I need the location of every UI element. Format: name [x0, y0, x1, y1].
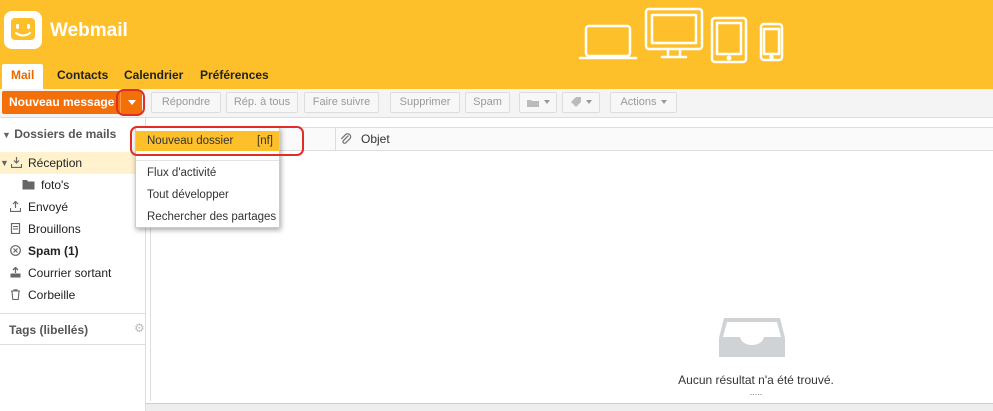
tab-calendrier[interactable]: Calendrier: [124, 64, 183, 89]
sidebar-divider: [0, 313, 146, 314]
loading-dots: .....: [749, 387, 763, 397]
new-message-dropdown-menu: Nouveau dossier [nf] Flux d'activité Tou…: [135, 127, 280, 228]
folder-move-icon: [527, 99, 539, 107]
sidebar-item-reception[interactable]: ▼ Réception: [0, 152, 146, 174]
sent-icon: [10, 201, 21, 212]
sidebar-item-courrier-sortant[interactable]: Courrier sortant: [0, 262, 146, 284]
drafts-icon: [10, 223, 21, 234]
actions-label: Actions: [620, 96, 657, 108]
sidebar-item-label: Réception: [28, 156, 83, 170]
collapse-triangle-icon: ▼: [2, 130, 11, 140]
devices-illustration-icon: [578, 7, 784, 64]
menu-item-expand-all[interactable]: Tout développer: [136, 185, 279, 205]
forward-button[interactable]: Faire suivre: [304, 92, 379, 113]
mail-toolbar: Nouveau message Répondre Rép. à tous Fai…: [0, 89, 993, 118]
sidebar-divider: [0, 344, 146, 345]
mail-folders-header[interactable]: ▼ Dossiers de mails: [2, 127, 116, 141]
expand-triangle-icon: ▼: [0, 158, 9, 168]
reply-all-button[interactable]: Rép. à tous: [226, 92, 298, 113]
menu-item-search-shares[interactable]: Rechercher des partages: [136, 207, 279, 227]
sidebar: ▼ Dossiers de mails ▼ Réception foto's E…: [0, 118, 146, 411]
tab-mail[interactable]: Mail: [2, 64, 44, 89]
delete-button[interactable]: Supprimer: [390, 92, 460, 113]
sidebar-item-envoye[interactable]: Envoyé: [0, 196, 146, 218]
smiley-logo-icon: [11, 18, 35, 40]
inbox-icon: [11, 157, 22, 168]
brand-title: Webmail: [50, 20, 128, 41]
subject-column-header[interactable]: Objet: [361, 132, 390, 146]
sidebar-item-brouillons[interactable]: Brouillons: [0, 218, 146, 240]
menu-item-activity-feed[interactable]: Flux d'activité: [136, 163, 279, 183]
tag-icon: [571, 97, 581, 108]
chevron-down-icon: [586, 100, 592, 105]
spam-icon: [10, 245, 21, 256]
sidebar-item-label: Brouillons: [28, 222, 81, 236]
sidebar-item-spam[interactable]: Spam (1): [0, 240, 146, 262]
menu-separator: [136, 160, 279, 161]
sidebar-item-corbeille[interactable]: Corbeille: [0, 284, 146, 306]
outbox-icon: [10, 267, 21, 278]
reply-button[interactable]: Répondre: [151, 92, 221, 113]
menu-item-shortcut: [nf]: [257, 135, 273, 147]
chevron-down-icon: [660, 100, 667, 105]
column-divider: [335, 128, 336, 150]
sidebar-item-label: foto's: [41, 178, 70, 192]
new-message-dropdown-toggle[interactable]: [120, 91, 142, 114]
horizontal-scrollbar[interactable]: [146, 403, 993, 411]
menu-item-label: Nouveau dossier: [147, 135, 234, 147]
tags-header[interactable]: Tags (libellés): [9, 323, 88, 337]
empty-result-message: Aucun résultat n'a été trouvé.: [678, 373, 834, 387]
sidebar-item-label: Courrier sortant: [28, 266, 112, 280]
sidebar-item-label: Envoyé: [28, 200, 69, 214]
tab-contacts[interactable]: Contacts: [57, 64, 108, 89]
sidebar-item-label: Spam (1): [28, 244, 79, 258]
tab-preferences[interactable]: Préférences: [200, 64, 269, 89]
actions-button[interactable]: Actions: [610, 92, 677, 113]
folder-icon: [22, 180, 35, 190]
webmail-logo[interactable]: [4, 11, 42, 49]
trash-icon: [11, 289, 20, 300]
move-to-folder-button[interactable]: [519, 92, 557, 113]
sidebar-item-fotos[interactable]: foto's: [0, 174, 146, 196]
new-message-button[interactable]: Nouveau message: [2, 91, 142, 114]
new-message-label: Nouveau message: [9, 95, 115, 109]
header-bar: Webmail Mail Contacts Calendrier Préfére…: [0, 0, 993, 89]
chevron-down-icon: [544, 100, 550, 105]
gear-icon[interactable]: ⚙: [134, 321, 145, 335]
attachment-icon[interactable]: [340, 133, 352, 146]
mail-folders-label: Dossiers de mails: [14, 127, 117, 141]
spam-button[interactable]: Spam: [465, 92, 510, 113]
menu-item-new-folder[interactable]: Nouveau dossier [nf]: [136, 131, 279, 151]
empty-inbox-icon: [719, 318, 785, 357]
sidebar-item-label: Corbeille: [28, 288, 76, 302]
label-button[interactable]: [562, 92, 600, 113]
